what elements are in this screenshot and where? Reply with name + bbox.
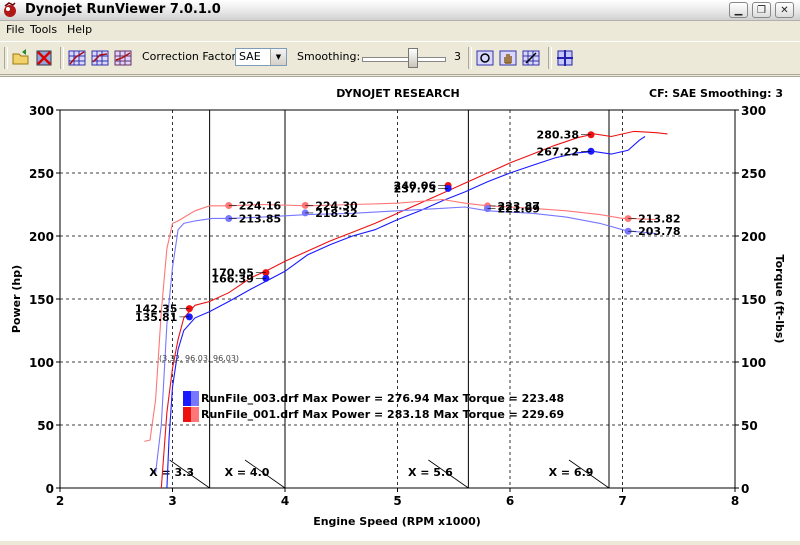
restore-icon: ❐ xyxy=(757,5,766,16)
correction-factor-label: Correction Factor: xyxy=(142,50,240,63)
menu-file[interactable]: File xyxy=(6,23,24,36)
x-tick-label: 2 xyxy=(56,494,64,508)
pan-hand-icon[interactable] xyxy=(498,48,518,68)
legend-swatch-2b xyxy=(191,407,199,422)
smoothing-slider-track[interactable] xyxy=(362,57,446,62)
graph-view-3-icon[interactable] xyxy=(113,48,133,68)
data-label: 221.69 xyxy=(498,203,540,216)
y-tick-label-right: 50 xyxy=(741,419,758,433)
correction-factor-value: SAE xyxy=(239,50,261,63)
close-icon: ✕ xyxy=(780,5,789,16)
smoothing-value: 3 xyxy=(454,50,461,63)
y-tick-label-right: 150 xyxy=(741,293,766,307)
y-tick-label-left: 200 xyxy=(29,230,54,244)
toolbar-separator xyxy=(548,47,552,69)
zoom-graph-icon[interactable] xyxy=(475,48,495,68)
legend-swatch-2 xyxy=(183,407,191,422)
legend-entry-2: RunFile_001.drf Max Power = 283.18 Max T… xyxy=(201,408,564,421)
dyno-chart[interactable]: DYNOJET RESEARCH CF: SAE Smoothing: 3 X … xyxy=(0,77,800,541)
y-tick-label-left: 300 xyxy=(29,104,54,118)
y-tick-label-left: 50 xyxy=(37,419,54,433)
chart-area[interactable]: DYNOJET RESEARCH CF: SAE Smoothing: 3 X … xyxy=(0,76,800,541)
y-tick-label-right: 0 xyxy=(741,482,749,496)
data-label: 224.16 xyxy=(239,200,282,213)
legend-swatch-1b xyxy=(191,391,199,406)
menu-tools[interactable]: Tools xyxy=(30,23,57,36)
chevron-down-icon[interactable]: ▼ xyxy=(270,49,286,65)
data-label: 203.78 xyxy=(638,225,680,238)
legend-entry-1: RunFile_003.drf Max Power = 276.94 Max T… xyxy=(201,392,564,405)
x-tick-label: 6 xyxy=(506,494,514,508)
y-tick-label-left: 0 xyxy=(46,482,54,496)
graph-view-2-icon[interactable] xyxy=(90,48,110,68)
toolbar-separator xyxy=(60,47,64,69)
data-label: 213.85 xyxy=(239,213,281,226)
smoothing-label: Smoothing: xyxy=(297,50,361,63)
graph-view-1-icon[interactable] xyxy=(67,48,87,68)
minimize-button[interactable]: ▁ xyxy=(729,2,748,18)
x-marker-label: X = 4.0 xyxy=(225,466,270,479)
x-tick-label: 5 xyxy=(393,494,401,508)
data-label: 213.82 xyxy=(638,213,680,226)
correction-factor-select[interactable]: SAE ▼ xyxy=(235,48,287,66)
data-label: 267.22 xyxy=(537,145,579,158)
y-axis-right-label: Torque (ft-lbs) xyxy=(773,255,786,344)
y-tick-label-right: 300 xyxy=(741,104,766,118)
menu-bar: File Tools Help xyxy=(0,21,800,40)
title-bar[interactable]: Dynojet RunViewer 7.0.1.0 ▁ ❐ ✕ xyxy=(0,0,800,21)
graph-options-icon[interactable] xyxy=(521,48,541,68)
x-tick-label: 8 xyxy=(731,494,739,508)
minimize-icon: ▁ xyxy=(734,5,743,16)
legend-swatch-1 xyxy=(183,391,191,406)
data-label: 280.38 xyxy=(537,129,579,142)
x-marker-label: X = 6.9 xyxy=(549,466,594,479)
close-run-icon[interactable] xyxy=(34,48,54,68)
toolbar-grip xyxy=(4,47,8,69)
x-tick-label: 4 xyxy=(281,494,289,508)
crosshair-cursor-icon[interactable] xyxy=(555,48,575,68)
chart-status: CF: SAE Smoothing: 3 xyxy=(649,87,783,100)
toolbar-separator xyxy=(468,47,472,69)
y-tick-label-right: 100 xyxy=(741,356,766,370)
cursor-readout: (3.32, 96.03, 96.03) xyxy=(159,354,239,363)
data-label: 166.39 xyxy=(211,272,253,285)
y-tick-label-left: 150 xyxy=(29,293,54,307)
x-tick-label: 3 xyxy=(168,494,176,508)
restore-button[interactable]: ❐ xyxy=(752,2,771,18)
y-tick-label-right: 250 xyxy=(741,167,766,181)
smoothing-slider-thumb[interactable] xyxy=(407,48,418,68)
chart-header: DYNOJET RESEARCH xyxy=(336,87,459,100)
y-axis-left-label: Power (hp) xyxy=(10,265,23,333)
y-tick-label-right: 200 xyxy=(741,230,766,244)
x-tick-label: 7 xyxy=(618,494,626,508)
toolbar: Correction Factor: SAE ▼ Smoothing: 3 xyxy=(0,41,800,75)
data-label: 135.81 xyxy=(135,311,177,324)
y-tick-label-left: 250 xyxy=(29,167,54,181)
data-label: 237.73 xyxy=(394,182,436,195)
x-axis-label: Engine Speed (RPM x1000) xyxy=(313,515,481,528)
dynojet-app-icon xyxy=(4,2,16,17)
x-marker-label: X = 5.6 xyxy=(408,466,453,479)
data-label: 218.32 xyxy=(315,207,357,220)
window-title: Dynojet RunViewer 7.0.1.0 xyxy=(25,2,221,17)
close-button[interactable]: ✕ xyxy=(775,2,794,18)
open-file-icon[interactable] xyxy=(11,48,31,68)
y-tick-label-left: 100 xyxy=(29,356,54,370)
menu-help[interactable]: Help xyxy=(67,23,92,36)
